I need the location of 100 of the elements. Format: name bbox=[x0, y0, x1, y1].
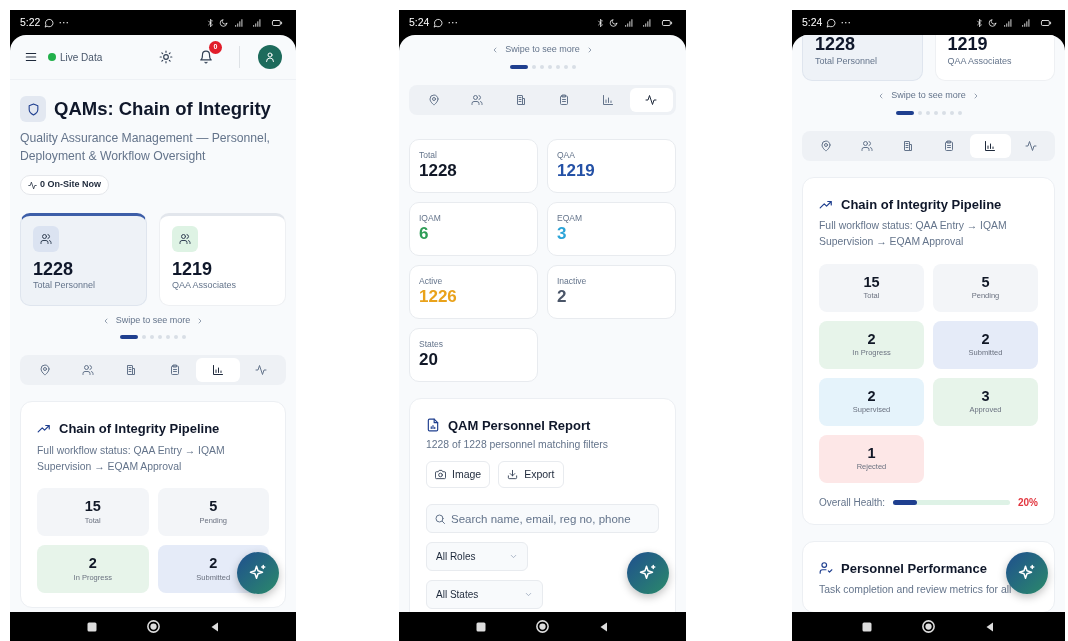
page-indicator-dot[interactable] bbox=[547, 64, 552, 69]
square-icon bbox=[861, 620, 873, 633]
bar-chart-icon bbox=[212, 364, 224, 377]
metric-value: 1228 bbox=[419, 161, 458, 181]
pulse-icon bbox=[28, 180, 37, 190]
stat-value: 1228 bbox=[815, 35, 857, 55]
filter-dropdown[interactable]: All States bbox=[426, 580, 543, 610]
tile-value: 2 bbox=[981, 330, 990, 348]
notification-more: ··· bbox=[447, 14, 458, 30]
pulse-icon bbox=[1025, 139, 1038, 152]
search-field[interactable]: Search name, email, reg no, phone bbox=[426, 504, 659, 534]
signal-icon bbox=[1019, 17, 1033, 28]
metric-value: 3 bbox=[557, 224, 568, 244]
page-indicator-dot[interactable] bbox=[933, 110, 938, 115]
tile-value: 2 bbox=[88, 555, 97, 572]
health-percent: 20% bbox=[1018, 495, 1038, 510]
swipe-hint: Swipe to see more bbox=[115, 313, 191, 327]
home-button[interactable] bbox=[145, 619, 161, 634]
card-description: Full workflow status: QAA Entry → IQAM Supervision → EQAM Approval bbox=[819, 219, 1008, 249]
signal-icon bbox=[250, 17, 264, 28]
download-icon bbox=[507, 469, 519, 481]
recents-button[interactable] bbox=[85, 620, 98, 633]
location-pin-icon bbox=[38, 364, 51, 377]
notification-more: ··· bbox=[58, 14, 69, 30]
chat-icon bbox=[44, 17, 55, 28]
card-description: Task completion and review metrics for all bbox=[819, 583, 1013, 598]
camera-icon bbox=[435, 469, 446, 481]
recents-button[interactable] bbox=[861, 620, 873, 633]
stat-value: 1228 bbox=[33, 259, 75, 280]
page-indicator-dot[interactable] bbox=[949, 110, 954, 115]
tile-value: 2 bbox=[867, 330, 876, 348]
section-tab[interactable] bbox=[196, 358, 240, 383]
signal-icon bbox=[232, 17, 246, 28]
back-button[interactable] bbox=[598, 620, 610, 633]
person-icon bbox=[264, 51, 276, 63]
sun-icon bbox=[159, 50, 173, 64]
stat-label: Total Personnel bbox=[33, 279, 97, 293]
swipe-hint: Swipe to see more bbox=[505, 43, 580, 56]
notifications-button[interactable] bbox=[199, 50, 213, 64]
bar-chart-icon bbox=[601, 93, 614, 106]
page-indicator-dot[interactable] bbox=[941, 110, 946, 115]
tile-value: 2 bbox=[867, 387, 876, 405]
status-time: 5:24 bbox=[802, 14, 823, 30]
user-avatar[interactable] bbox=[258, 45, 282, 69]
home-button[interactable] bbox=[921, 619, 936, 634]
stat-value: 1219 bbox=[172, 259, 214, 280]
bluetooth-icon bbox=[206, 17, 215, 28]
metric-label: Total bbox=[419, 148, 438, 162]
metric-value: 20 bbox=[419, 350, 439, 370]
theme-toggle-button[interactable] bbox=[159, 50, 173, 64]
clipboard-icon bbox=[168, 364, 181, 377]
square-icon bbox=[85, 620, 98, 633]
stat-card[interactable]: 1219 QAA Associates bbox=[934, 35, 1055, 82]
tile-value: 1 bbox=[867, 444, 876, 462]
metric-value: 2 bbox=[557, 287, 568, 307]
tile-value: 15 bbox=[863, 273, 880, 291]
page-indicator-dot[interactable] bbox=[925, 110, 930, 115]
stat-label: Total Personnel bbox=[815, 54, 879, 68]
circle-icon bbox=[145, 619, 161, 634]
stat-card[interactable]: 1219 QAA Associates bbox=[159, 212, 286, 306]
health-label: Overall Health: bbox=[819, 495, 886, 510]
stat-label: QAA Associates bbox=[947, 54, 1013, 68]
search-icon bbox=[434, 513, 446, 526]
menu-button[interactable] bbox=[24, 50, 38, 64]
page-indicator-dot[interactable] bbox=[563, 64, 568, 69]
chat-icon bbox=[826, 17, 837, 28]
triangle-icon bbox=[598, 620, 610, 633]
page-indicator-dot[interactable] bbox=[571, 64, 576, 69]
stat-card[interactable]: 1228 Total Personnel bbox=[20, 212, 147, 306]
recents-button[interactable] bbox=[475, 620, 487, 633]
building-icon bbox=[901, 139, 914, 152]
page-indicator-dot[interactable] bbox=[957, 110, 962, 115]
metric-label: QAA bbox=[557, 148, 576, 162]
metric-value: 6 bbox=[419, 224, 430, 244]
bell-icon bbox=[199, 50, 213, 64]
card-title: Personnel Performance bbox=[841, 560, 987, 577]
signal-icon bbox=[1001, 17, 1015, 28]
back-button[interactable] bbox=[984, 620, 996, 633]
sparkle-icon bbox=[1018, 564, 1036, 582]
report-action-button[interactable]: Export bbox=[498, 460, 564, 489]
section-tab[interactable] bbox=[969, 133, 1011, 158]
metric-label: Active bbox=[419, 274, 444, 288]
page-indicator-dot[interactable] bbox=[917, 110, 922, 115]
tile-value: 5 bbox=[981, 273, 990, 291]
tile-value: 5 bbox=[209, 498, 218, 515]
page-subtitle: Quality Assurance Management — Personnel, Deployment & Workflow Oversight bbox=[20, 130, 271, 165]
page-indicator-dot[interactable] bbox=[539, 64, 544, 69]
location-pin-icon bbox=[819, 139, 832, 152]
page-indicator-dot[interactable] bbox=[555, 64, 560, 69]
metric-label: Inactive bbox=[557, 274, 588, 288]
moon-icon bbox=[219, 17, 228, 28]
page-indicator-dot[interactable] bbox=[531, 64, 536, 69]
card-description: 1228 of 1228 personnel matching filters bbox=[426, 438, 609, 453]
report-action-button[interactable]: Image bbox=[426, 460, 491, 489]
circle-icon bbox=[921, 619, 936, 634]
square-icon bbox=[475, 620, 487, 633]
people-icon bbox=[471, 93, 484, 106]
home-button[interactable] bbox=[535, 619, 550, 634]
stat-card[interactable]: 1228 Total Personnel bbox=[802, 35, 923, 82]
filter-dropdown[interactable]: All Roles bbox=[426, 542, 528, 572]
